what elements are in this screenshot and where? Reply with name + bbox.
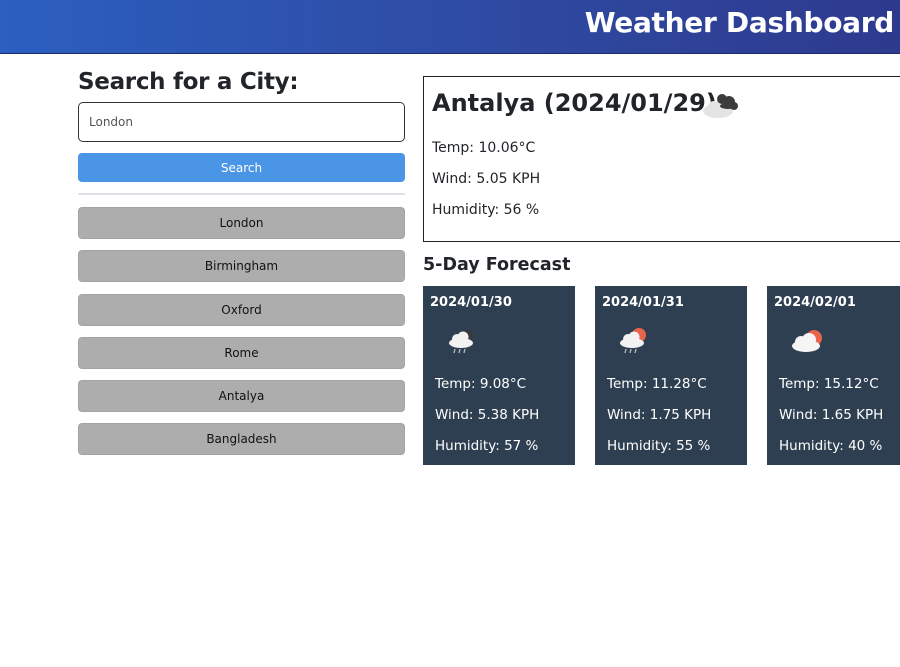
sun-cloud-icon (792, 330, 822, 352)
current-temp: Temp: 10.06°C (432, 140, 536, 156)
history-item-london[interactable]: London (78, 207, 405, 239)
forecast-wind: Wind: 1.75 KPH (607, 407, 712, 423)
current-city-title: Antalya (2024/01/29) (432, 89, 717, 117)
forecast-temp: Temp: 11.28°C (607, 376, 707, 392)
forecast-card: 2024/02/01 Temp: 15.12°C Wind: 1.65 KPH … (767, 286, 900, 465)
forecast-humidity: Humidity: 40 % (779, 438, 883, 454)
search-button[interactable]: Search (78, 153, 405, 182)
history-item-rome[interactable]: Rome (78, 336, 405, 369)
current-wind: Wind: 5.05 KPH (432, 171, 541, 187)
forecast-temp: Temp: 15.12°C (779, 376, 879, 392)
forecast-date: 2024/01/31 (602, 295, 684, 310)
search-panel: Search for a City: Search London Birming… (78, 66, 405, 456)
city-search-input[interactable] (78, 102, 405, 142)
forecast-heading: 5-Day Forecast (423, 255, 571, 275)
history-item-birmingham[interactable]: Birmingham (78, 250, 405, 283)
search-heading: Search for a City: (78, 69, 299, 95)
rain-cloud-icon (449, 330, 473, 354)
app-header: Weather Dashboard (0, 0, 900, 54)
search-history: London Birmingham Oxford Rome Antalya Ba… (78, 207, 405, 467)
forecast-humidity: Humidity: 55 % (607, 438, 711, 454)
forecast-humidity: Humidity: 57 % (435, 438, 539, 454)
sun-rain-cloud-icon (620, 328, 646, 354)
history-item-antalya[interactable]: Antalya (78, 380, 405, 413)
forecast-wind: Wind: 5.38 KPH (435, 407, 540, 423)
history-item-bangladesh[interactable]: Bangladesh (78, 423, 405, 456)
divider (78, 193, 405, 195)
forecast-date: 2024/02/01 (774, 295, 856, 310)
current-weather-card: Antalya (2024/01/29) Temp: 10.06°C Wind:… (423, 76, 900, 242)
forecast-temp: Temp: 9.08°C (435, 376, 527, 392)
dark-cloud-icon (703, 94, 738, 118)
app-title: Weather Dashboard (584, 6, 895, 39)
forecast-wind: Wind: 1.65 KPH (779, 407, 884, 423)
forecast-card: 2024/01/31 Temp: 11.28°C Wind: 1.75 KPH … (595, 286, 747, 465)
forecast-card: 2024/01/30 Temp: 9.08°C Wind: 5.38 KPH H… (423, 286, 575, 465)
history-item-oxford[interactable]: Oxford (78, 293, 405, 326)
forecast-date: 2024/01/30 (430, 295, 512, 310)
current-humidity: Humidity: 56 % (432, 202, 540, 218)
